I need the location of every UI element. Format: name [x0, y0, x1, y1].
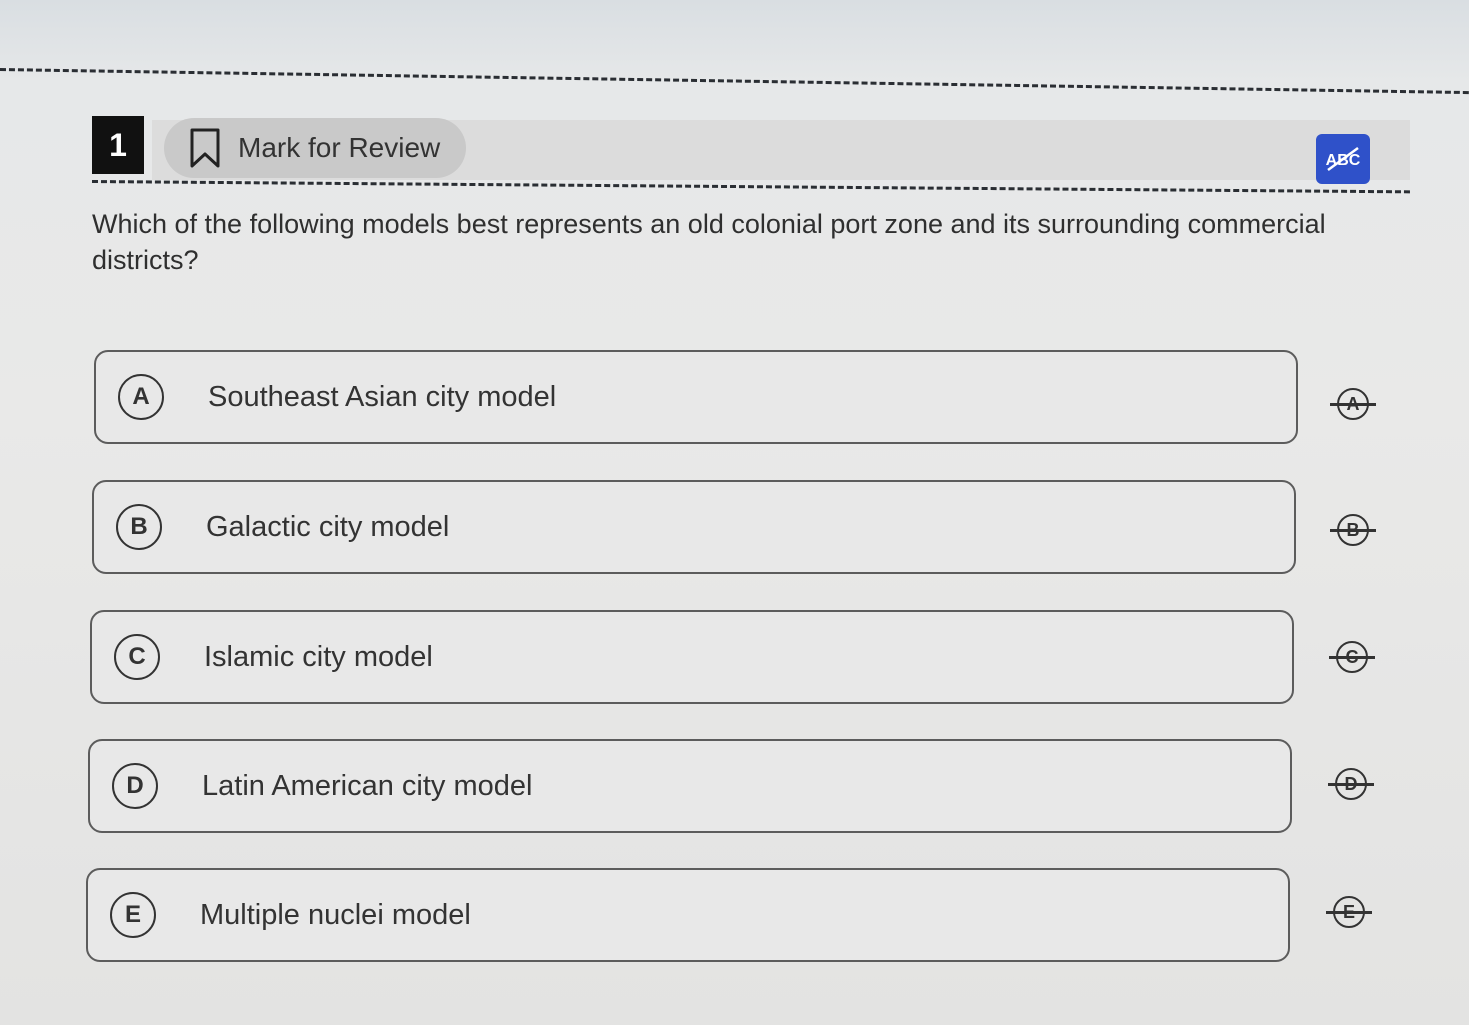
- choice-text-e: Multiple nuclei model: [200, 898, 471, 931]
- choice-d[interactable]: D Latin American city model: [88, 739, 1292, 833]
- choice-c[interactable]: C Islamic city model: [90, 610, 1294, 704]
- strike-line: [1330, 529, 1376, 532]
- eliminate-button-c[interactable]: C: [1329, 639, 1375, 675]
- choice-text-a: Southeast Asian city model: [208, 380, 557, 413]
- strike-line: [1330, 403, 1376, 406]
- choice-b[interactable]: B Galactic city model: [92, 480, 1296, 574]
- choice-a[interactable]: A Southeast Asian city model: [94, 350, 1298, 444]
- choice-letter-d: D: [112, 763, 158, 809]
- strike-line: [1329, 656, 1375, 659]
- question-number: 1: [92, 116, 144, 174]
- strike-line: [1326, 911, 1372, 914]
- strike-line: [1328, 783, 1374, 786]
- choice-e[interactable]: E Multiple nuclei model: [86, 868, 1290, 962]
- bookmark-icon: [190, 128, 220, 168]
- header-divider: [91, 180, 1410, 194]
- choice-text-d: Latin American city model: [202, 769, 533, 802]
- eliminate-button-b[interactable]: B: [1330, 512, 1376, 548]
- choice-letter-a: A: [118, 374, 164, 420]
- abc-strikethrough-icon: ABC: [1326, 146, 1361, 172]
- choice-letter-b: B: [116, 504, 162, 550]
- eliminate-button-d[interactable]: D: [1328, 766, 1374, 802]
- mark-for-review-label: Mark for Review: [238, 132, 441, 163]
- eliminate-button-a[interactable]: A: [1330, 386, 1376, 422]
- question-header: 1 Mark for Review ABC: [91, 112, 1410, 194]
- top-divider: [0, 68, 1469, 95]
- eliminate-button-e[interactable]: E: [1326, 894, 1372, 930]
- choice-letter-c: C: [114, 634, 160, 680]
- question-text: Which of the following models best repre…: [92, 209, 1326, 275]
- mark-for-review-button[interactable]: Mark for Review: [164, 118, 466, 178]
- abc-toggle-button[interactable]: ABC: [1316, 134, 1370, 184]
- choice-text-b: Galactic city model: [206, 510, 450, 543]
- choice-letter-e: E: [110, 892, 156, 938]
- choice-text-c: Islamic city model: [204, 640, 433, 673]
